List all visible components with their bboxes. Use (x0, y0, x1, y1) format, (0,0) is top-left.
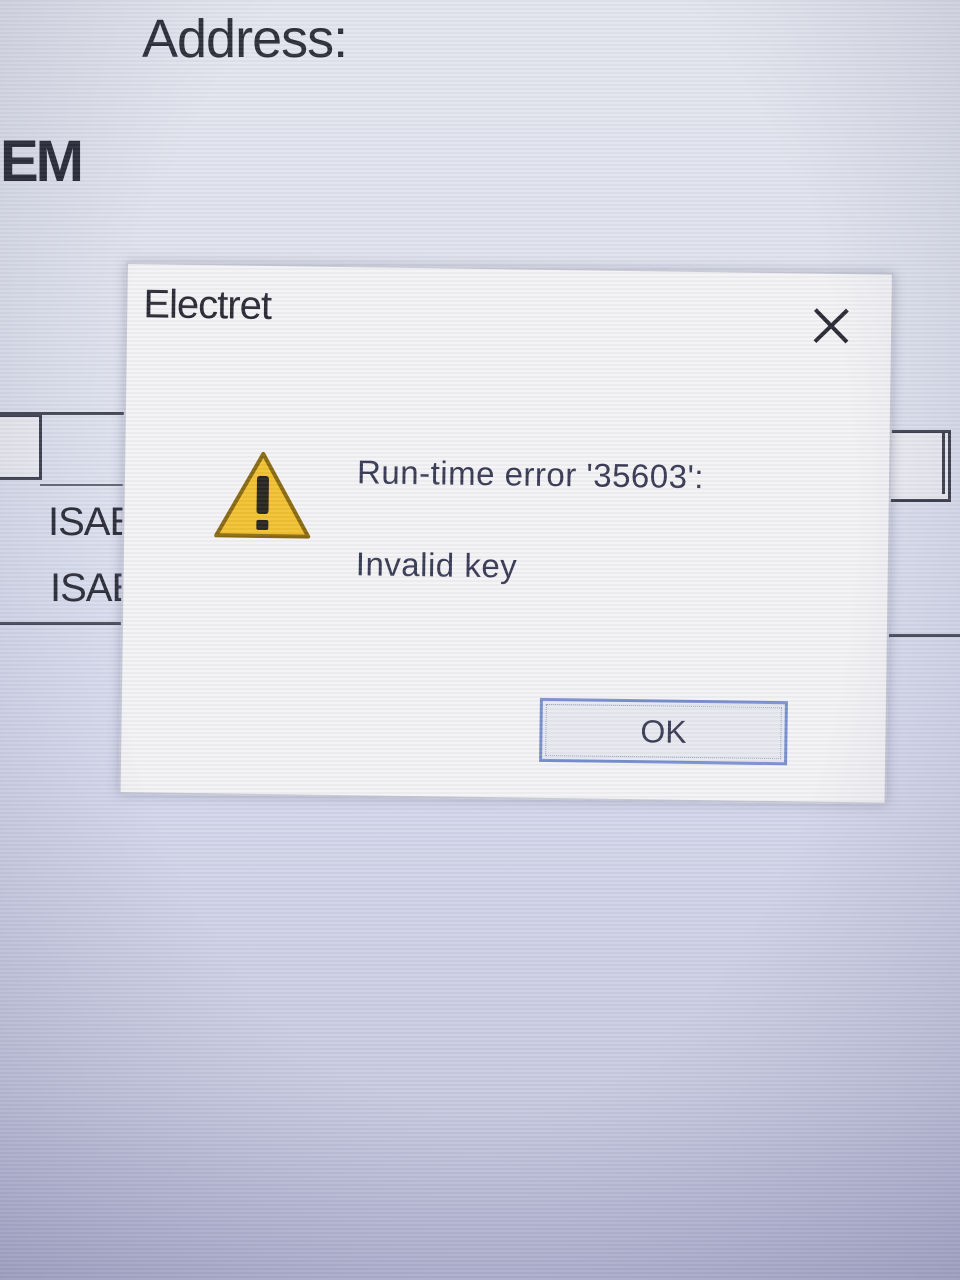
address-label: Address: (142, 9, 348, 69)
error-dialog: Electret Run-time error '35603': Invalid… (118, 262, 894, 805)
dialog-title: Electret (143, 282, 272, 329)
ok-button-label: OK (640, 712, 687, 750)
warning-icon (212, 449, 313, 542)
em-label: EM (0, 129, 84, 194)
ok-button[interactable]: OK (539, 697, 788, 766)
close-icon[interactable] (803, 297, 860, 354)
error-message: Run-time error '35603': (356, 453, 705, 496)
left-field-box[interactable] (0, 414, 42, 480)
error-detail: Invalid key (355, 545, 518, 585)
